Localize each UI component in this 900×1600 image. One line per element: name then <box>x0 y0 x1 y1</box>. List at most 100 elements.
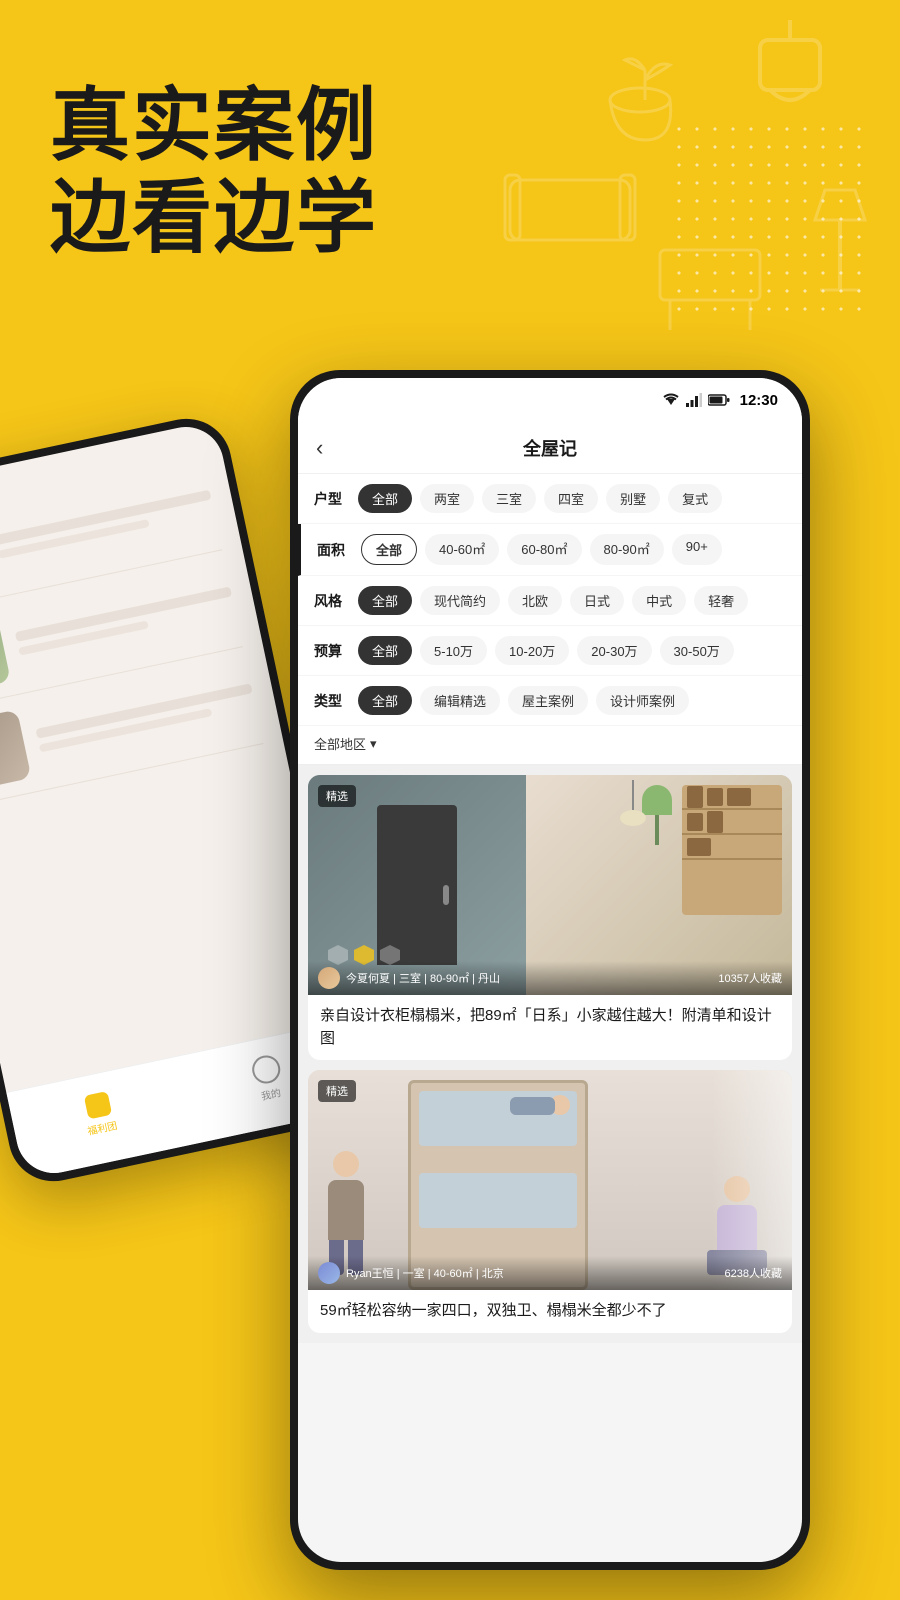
app-header: ‹ 全屋记 <box>298 422 802 474</box>
chip-fengge-japanese[interactable]: 日式 <box>570 586 624 615</box>
chip-huxing-3[interactable]: 三室 <box>482 484 536 513</box>
filter-chips-huxing: 全部 两室 三室 四室 别墅 复式 <box>358 484 722 513</box>
chip-mianji-40[interactable]: 40-60㎡ <box>425 534 499 565</box>
card-title-2: 59㎡轻松容纳一家四口，双独卫、榻榻米全都少不了 <box>308 1290 792 1333</box>
back-thumb-title-1 <box>0 490 212 546</box>
app-title: 全屋记 <box>523 435 577 461</box>
filter-chips-leixing: 全部 编辑精选 屋主案例 设计师案例 <box>358 686 689 715</box>
filter-chips-mianji: 全部 40-60㎡ 60-80㎡ 80-90㎡ 90+ <box>361 534 722 565</box>
phones-container: 福利团 我的 <box>0 370 900 1600</box>
chip-mianji-90[interactable]: 90+ <box>672 534 722 565</box>
person-body-1 <box>328 1180 364 1240</box>
door-shape <box>377 805 457 965</box>
chip-yusuan-10[interactable]: 10-20万 <box>495 636 569 665</box>
chip-huxing-all[interactable]: 全部 <box>358 484 412 513</box>
filter-label-yusuan: 预算 <box>314 641 350 661</box>
card-image-1: 精选 今夏何夏 | 三室 | 80-90㎡ | 丹山 10357人收藏 <box>308 775 792 995</box>
chip-huxing-villa[interactable]: 别墅 <box>606 484 660 513</box>
pendant-wire <box>632 780 634 810</box>
chip-fengge-light[interactable]: 轻奢 <box>694 586 748 615</box>
chip-leixing-all[interactable]: 全部 <box>358 686 412 715</box>
shelf-item-6 <box>687 838 711 856</box>
status-icons: 12:30 <box>662 392 778 409</box>
filter-row-huxing: 户型 全部 两室 三室 四室 别墅 复式 <box>298 474 802 524</box>
decorative-icons <box>460 0 900 380</box>
shelf-row-2 <box>682 810 782 835</box>
shelf-item-1 <box>687 786 703 808</box>
headline-line2: 边看边学 <box>50 172 378 264</box>
back-nav-fuliuantuan: 福利团 <box>80 1090 118 1137</box>
chip-yusuan-all[interactable]: 全部 <box>358 636 412 665</box>
filter-label-fengge: 风格 <box>314 591 350 611</box>
phone-main: 12:30 ‹ 全屋记 户型 全部 两室 三室 四室 别墅 <box>290 370 810 1570</box>
person-lying <box>510 1095 570 1120</box>
chip-yusuan-30[interactable]: 30-50万 <box>660 636 734 665</box>
card-image-2: 精选 Ryan王恒 | 一室 | 40-60㎡ | 北京 6238人收藏 <box>308 1070 792 1290</box>
chip-huxing-2[interactable]: 两室 <box>420 484 474 513</box>
card-saves-1: 10357人收藏 <box>718 970 782 986</box>
chip-yusuan-5[interactable]: 5-10万 <box>420 636 487 665</box>
person-head-1 <box>333 1151 359 1177</box>
plant-leaves <box>642 785 672 815</box>
back-phone-thumb-2 <box>0 613 11 696</box>
phone-back-content <box>0 420 289 841</box>
card-badge-2: 精选 <box>318 1080 356 1102</box>
filter-label-mianji: 面积 <box>317 540 353 560</box>
filter-chips-fengge: 全部 现代简约 北欧 日式 中式 轻奢 <box>358 586 748 615</box>
filters-section: 户型 全部 两室 三室 四室 别墅 复式 面积 全部 40-60㎡ <box>298 474 802 765</box>
card-title-1: 亲自设计衣柜榻榻米，把89㎡「日系」小家越住越大！附清单和设计图 <box>308 995 792 1060</box>
wifi-icon <box>662 393 680 407</box>
back-nav-icon-1 <box>83 1091 111 1119</box>
card-1[interactable]: 精选 今夏何夏 | 三室 | 80-90㎡ | 丹山 10357人收藏 <box>308 775 792 1060</box>
plant-stem <box>655 815 659 845</box>
filter-row-yusuan: 预算 全部 5-10万 10-20万 20-30万 30-50万 <box>298 626 802 676</box>
chip-huxing-4[interactable]: 四室 <box>544 484 598 513</box>
card-avatar-1 <box>318 967 340 989</box>
time-display: 12:30 <box>740 392 778 409</box>
card-badge-1: 精选 <box>318 785 356 807</box>
chip-fengge-modern[interactable]: 现代简约 <box>420 586 500 615</box>
signal-icon <box>686 393 702 407</box>
chip-fengge-all[interactable]: 全部 <box>358 586 412 615</box>
back-button[interactable]: ‹ <box>316 435 323 461</box>
region-button[interactable]: 全部地区 ▾ <box>314 734 377 753</box>
battery-icon <box>708 394 730 406</box>
filter-label-huxing: 户型 <box>314 489 350 509</box>
plant-shape <box>642 785 672 845</box>
card-meta-text-1: 今夏何夏 | 三室 | 80-90㎡ | 丹山 <box>346 970 500 986</box>
back-phone-thumb-3 <box>0 709 31 792</box>
card-saves-2: 6238人收藏 <box>725 1265 782 1281</box>
shelf-row-3 <box>682 835 782 860</box>
chip-leixing-editor[interactable]: 编辑精选 <box>420 686 500 715</box>
chip-fengge-nordic[interactable]: 北欧 <box>508 586 562 615</box>
shelf-item-3 <box>727 788 751 806</box>
filter-row-leixing: 类型 全部 编辑精选 屋主案例 设计师案例 <box>298 676 802 726</box>
chip-mianji-80[interactable]: 80-90㎡ <box>590 534 664 565</box>
back-nav-mine: 我的 <box>249 1052 286 1103</box>
shelf-unit <box>682 785 782 915</box>
chip-huxing-duplex[interactable]: 复式 <box>668 484 722 513</box>
chip-fengge-chinese[interactable]: 中式 <box>632 586 686 615</box>
chip-leixing-owner[interactable]: 屋主案例 <box>508 686 588 715</box>
headline-line1: 真实案例 <box>50 80 378 172</box>
chip-mianji-60[interactable]: 60-80㎡ <box>507 534 581 565</box>
card-2[interactable]: 精选 Ryan王恒 | 一室 | 40-60㎡ | 北京 6238人收藏 <box>308 1070 792 1333</box>
shelf-item-2 <box>707 788 723 806</box>
door-handle <box>443 885 449 905</box>
card-meta-2: Ryan王恒 | 一室 | 40-60㎡ | 北京 6238人收藏 <box>308 1256 792 1290</box>
chip-leixing-designer[interactable]: 设计师案例 <box>596 686 689 715</box>
region-label: 全部地区 <box>314 734 366 753</box>
chip-yusuan-20[interactable]: 20-30万 <box>577 636 651 665</box>
lying-body <box>510 1097 555 1115</box>
back-nav-icon-2 <box>249 1052 282 1085</box>
card-avatar-2 <box>318 1262 340 1284</box>
shelf-item-4 <box>687 813 703 831</box>
filter-row-fengge: 风格 全部 现代简约 北欧 日式 中式 轻奢 <box>298 576 802 626</box>
shelf-row-1 <box>682 785 782 810</box>
back-nav-label-1: 福利团 <box>86 1116 118 1137</box>
filter-row-mianji: 面积 全部 40-60㎡ 60-80㎡ 80-90㎡ 90+ <box>298 524 802 576</box>
region-arrow: ▾ <box>370 736 377 752</box>
phone-main-screen: 12:30 ‹ 全屋记 户型 全部 两室 三室 四室 别墅 <box>298 378 802 1562</box>
card-meta-left-1: 今夏何夏 | 三室 | 80-90㎡ | 丹山 <box>318 967 500 989</box>
chip-mianji-all[interactable]: 全部 <box>361 534 417 565</box>
